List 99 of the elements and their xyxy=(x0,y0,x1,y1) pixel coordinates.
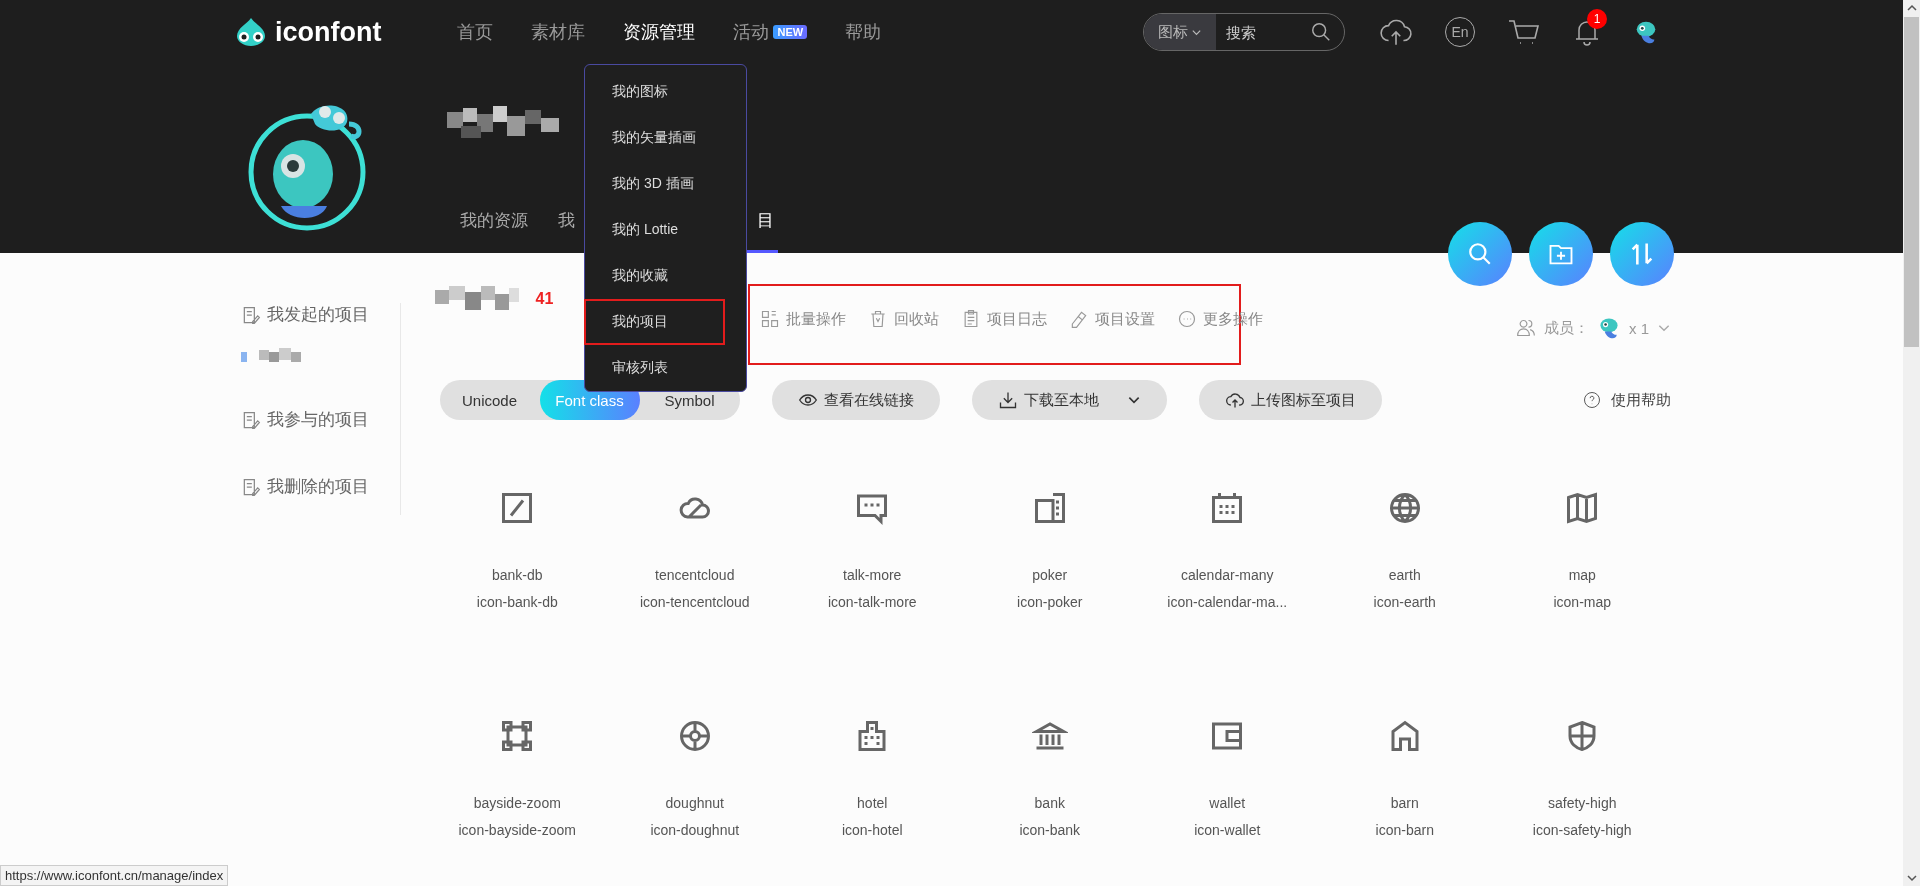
icon-name: calendar-many xyxy=(1180,566,1274,585)
menu-item[interactable]: 我的矢量插画 xyxy=(584,115,725,161)
icon-class-name: icon-wallet xyxy=(1194,821,1261,840)
icon-card[interactable]: map icon-map xyxy=(1493,490,1671,616)
icon-name: bank xyxy=(1034,794,1065,813)
toolbar-action[interactable]: 回收站 xyxy=(868,307,940,331)
icon-card[interactable]: earth icon-earth xyxy=(1316,490,1494,616)
icon-name: hotel xyxy=(857,794,888,813)
menu-item[interactable]: 我的 3D 插画 xyxy=(584,161,725,207)
help-link[interactable]: 使用帮助 xyxy=(1583,390,1671,410)
status-url: https://www.iconfont.cn/manage/index xyxy=(0,865,229,886)
grid-icon xyxy=(760,309,781,329)
icon-card[interactable]: tencentcloud icon-tencentcloud xyxy=(606,490,784,616)
icon-card[interactable]: barn icon-barn xyxy=(1316,718,1494,844)
cloud-upload-icon[interactable] xyxy=(1379,18,1413,46)
icon-class-name: icon-bayside-zoom xyxy=(458,821,576,840)
action-button[interactable]: 上传图标至项目 xyxy=(1198,380,1382,420)
nav-link[interactable]: 资源管理 xyxy=(623,20,696,44)
icon-card[interactable]: safety-high icon-safety-high xyxy=(1493,718,1671,844)
icon-class-name: icon-calendar-ma... xyxy=(1167,593,1288,612)
download-icon xyxy=(997,390,1018,410)
notification-badge: 1 xyxy=(1587,9,1607,29)
icon-class-name: icon-doughnut xyxy=(650,821,740,840)
icon-name: wallet xyxy=(1209,794,1246,813)
icon-class-name: icon-poker xyxy=(1017,593,1083,612)
nav-link[interactable]: 首页 xyxy=(457,20,494,44)
sidebar-label: 我参与的项目 xyxy=(267,409,369,431)
icon-name: tencentcloud xyxy=(655,566,735,585)
sidebar-item[interactable]: 我删除的项目 xyxy=(241,475,400,498)
logo-text[interactable]: iconfont xyxy=(275,16,382,48)
scrollbar-thumb[interactable] xyxy=(1904,17,1919,347)
notepad-icon xyxy=(241,409,261,430)
icon-card[interactable]: bank icon-bank xyxy=(961,718,1139,844)
icon-name: bank-db xyxy=(491,566,543,585)
menu-item[interactable]: 我的收藏 xyxy=(584,253,725,299)
toolbar-action[interactable]: 批量操作 xyxy=(760,307,847,331)
profile-tab[interactable]: 我的资源 xyxy=(460,209,528,253)
nav-link[interactable]: 素材库 xyxy=(531,20,586,44)
icon-name: doughnut xyxy=(665,794,724,813)
icon-class-name: icon-safety-high xyxy=(1532,821,1632,840)
icon-card[interactable]: poker icon-poker xyxy=(961,490,1139,616)
scrollbar[interactable] xyxy=(1903,0,1920,886)
cloud-upload-icon xyxy=(1224,390,1245,410)
scroll-down-icon[interactable] xyxy=(1905,872,1918,884)
action-label: 回收站 xyxy=(894,309,940,329)
icon-class-name: icon-tencentcloud xyxy=(639,593,750,612)
icon-card[interactable]: bank-db icon-bank-db xyxy=(428,490,606,616)
toolbar-action[interactable]: 项目日志 xyxy=(961,307,1048,331)
search-scope-dropdown[interactable]: 图标 xyxy=(1144,14,1216,50)
users-icon xyxy=(1516,318,1536,338)
search-icon[interactable] xyxy=(1310,21,1332,43)
icon-name: bayside-zoom xyxy=(473,794,561,813)
toolbar-action[interactable]: 项目设置 xyxy=(1069,307,1156,331)
sidebar-item[interactable]: 我发起的项目 xyxy=(241,303,400,326)
menu-item[interactable]: 我的项目 xyxy=(584,299,725,345)
search-icon xyxy=(1467,241,1493,267)
icon-name: poker xyxy=(1032,566,1068,585)
notepad-icon xyxy=(241,476,261,497)
icon-card[interactable]: bayside-zoom icon-bayside-zoom xyxy=(428,718,606,844)
icon-name: talk-more xyxy=(843,566,902,585)
action-label: 项目日志 xyxy=(987,309,1048,329)
cart-icon[interactable] xyxy=(1507,18,1541,46)
menu-item[interactable]: 我的 Lottie xyxy=(584,207,725,253)
icon-class-name: icon-bank-db xyxy=(476,593,558,612)
members-label: 成员： xyxy=(1544,318,1589,338)
profile-tab[interactable]: 我 xyxy=(558,209,575,253)
view-mode-option[interactable]: Unicode xyxy=(439,380,540,420)
icon-class-name: icon-bank xyxy=(1019,821,1081,840)
nav-link[interactable]: 活动 NEW xyxy=(733,20,808,44)
icon-card[interactable]: doughnut icon-doughnut xyxy=(606,718,784,844)
members-count: x 1 xyxy=(1629,319,1649,337)
icon-name: safety-high xyxy=(1548,794,1617,813)
nav-link[interactable]: 帮助 xyxy=(845,20,882,44)
sidebar-label: 我发起的项目 xyxy=(267,304,369,326)
action-label: 批量操作 xyxy=(786,309,847,329)
action-button[interactable]: 下载至本地 xyxy=(971,380,1167,420)
icon-card[interactable]: calendar-many icon-calendar-ma... xyxy=(1138,490,1316,616)
icon-class-name: icon-earth xyxy=(1373,593,1436,612)
action-button[interactable]: 查看在线链接 xyxy=(771,380,940,420)
action-label: 项目设置 xyxy=(1095,309,1156,329)
ellipsis-icon xyxy=(1177,309,1198,329)
new-badge: NEW xyxy=(773,25,808,39)
icon-name: barn xyxy=(1390,794,1419,813)
sidebar-item[interactable]: 我参与的项目 xyxy=(241,408,400,431)
help-icon xyxy=(1583,391,1601,409)
blurred-project-name[interactable] xyxy=(241,348,301,364)
sidebar-label: 我删除的项目 xyxy=(267,476,369,498)
notepad-icon xyxy=(241,304,261,325)
icon-name: earth xyxy=(1388,566,1421,585)
icon-count: 41 xyxy=(535,290,554,308)
menu-item[interactable]: 我的图标 xyxy=(584,69,725,115)
icon-class-name: icon-map xyxy=(1553,593,1612,612)
icon-name: map xyxy=(1568,566,1596,585)
icon-class-name: icon-hotel xyxy=(841,821,903,840)
icon-class-name: icon-talk-more xyxy=(827,593,917,612)
icon-class-name: icon-barn xyxy=(1375,821,1434,840)
icon-card[interactable]: talk-more icon-talk-more xyxy=(783,490,961,616)
icon-card[interactable]: hotel icon-hotel xyxy=(783,718,961,844)
icon-card[interactable]: wallet icon-wallet xyxy=(1138,718,1316,844)
